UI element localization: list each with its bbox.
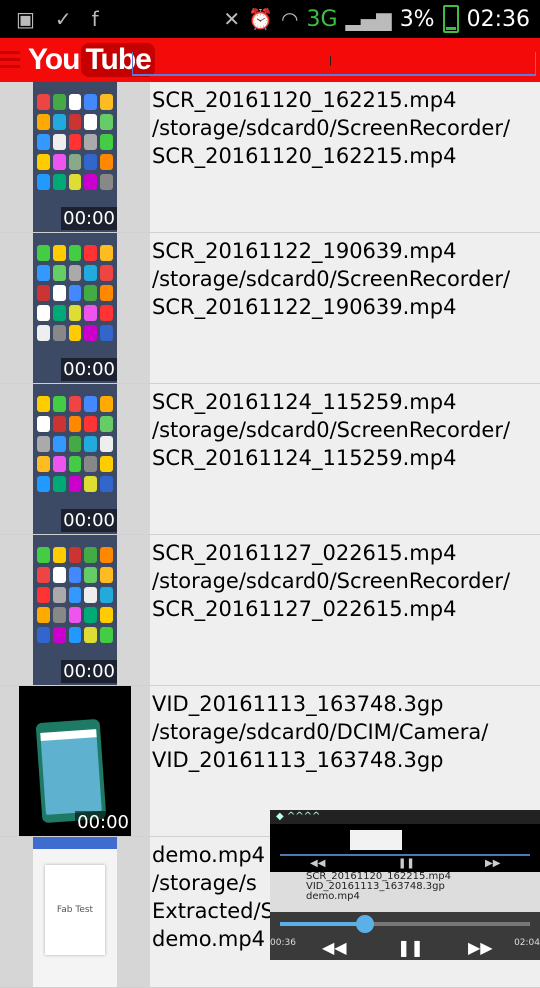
rewind-button[interactable]: ◀◀ (322, 938, 347, 957)
video-title: SCR_20161124_115259.mp4 (152, 390, 457, 414)
video-thumbnail: 00:00 (33, 535, 117, 685)
gallery-notification-icon: ▣ (16, 7, 35, 31)
duration-label: 00:00 (61, 358, 117, 381)
duration-label: 00:00 (75, 811, 131, 834)
video-thumbnail: 00:00 (33, 384, 117, 534)
list-item[interactable]: 00:00 SCR_20161120_162215.mp4 /storage/s… (0, 82, 540, 233)
clock: 02:36 (466, 6, 530, 32)
playlist-item[interactable]: demo.mp4 (270, 892, 540, 902)
app-bar: You Tube (0, 38, 540, 82)
player-video[interactable]: ◀◀ ❚❚ ▶▶ (270, 824, 540, 872)
seek-progress (280, 922, 365, 926)
player-controls: 00:36 02:04 ◀◀ ❚❚ ▶▶ (270, 912, 540, 960)
player-playlist[interactable]: SCR_20161120_162215.mp4 VID_20161113_163… (270, 872, 540, 912)
seek-bar[interactable] (280, 915, 530, 933)
duration-label: 00:00 (61, 509, 117, 532)
mini-forward-icon: ▶▶ (485, 858, 501, 869)
video-thumbnail: 00:00 (33, 82, 117, 232)
status-bar: ▣ ✓ f ✕ ⏰ ◠ 3G ▂▄▆ 3% 02:36 (0, 0, 540, 38)
video-title: SCR_20161120_162215.mp4 (152, 88, 457, 112)
network-type: 3G (306, 6, 338, 32)
alarm-icon: ⏰ (248, 7, 274, 31)
thumbnail-card: Fab Test (45, 865, 105, 955)
elapsed-time: 00:36 (270, 938, 296, 948)
video-thumbnail: 00:00 (33, 233, 117, 383)
search-input[interactable] (133, 52, 539, 76)
video-folder-path: /storage/sdcard0/ScreenRecorder/ (152, 418, 511, 442)
duration-label: 00:00 (61, 207, 117, 230)
duration-label: 00:00 (61, 660, 117, 683)
checkmark-notification-icon: ✓ (54, 7, 72, 31)
mini-rewind-icon: ◀◀ (310, 858, 326, 869)
video-thumbnail: Fab Test (33, 837, 117, 987)
text-cursor (330, 56, 331, 66)
video-title: SCR_20161122_190639.mp4 (152, 239, 457, 263)
video-title: VID_20161113_163748.3gp (152, 692, 444, 716)
list-item[interactable]: 00:00 SCR_20161124_115259.mp4 /storage/s… (0, 384, 540, 535)
total-time: 02:04 (514, 938, 540, 948)
player-header: ◆ ^^^^ (270, 810, 540, 824)
menu-icon[interactable] (0, 51, 20, 69)
video-thumbnail: 00:00 (19, 686, 131, 836)
signal-icon: ▂▄▆ (345, 7, 392, 31)
seek-handle[interactable] (356, 915, 374, 933)
forward-button[interactable]: ▶▶ (468, 938, 493, 957)
mute-icon: ✕ (223, 7, 241, 31)
facebook-notification-icon: f (91, 7, 99, 31)
battery-percent: 3% (399, 6, 435, 32)
video-folder-path: /storage/sdcard0/DCIM/Camera/ (152, 720, 489, 744)
pause-button[interactable]: ❚❚ (397, 938, 424, 957)
video-filename: SCR_20161120_162215.mp4 (152, 144, 457, 168)
video-filename: VID_20161113_163748.3gp (152, 748, 444, 772)
mini-pause-icon: ❚❚ (398, 858, 415, 869)
search-field[interactable] (132, 52, 539, 76)
video-folder-path: /storage/sdcard0/ScreenRecorder/ (152, 569, 511, 593)
list-item[interactable]: 00:00 SCR_20161127_022615.mp4 /storage/s… (0, 535, 540, 686)
list-item[interactable]: 00:00 SCR_20161122_190639.mp4 /storage/s… (0, 233, 540, 384)
phone-image (35, 718, 107, 824)
video-title: SCR_20161127_022615.mp4 (152, 541, 457, 565)
mini-player[interactable]: ◆ ^^^^ ◀◀ ❚❚ ▶▶ SCR_20161120_162215.mp4 … (270, 810, 540, 960)
video-filename: SCR_20161124_115259.mp4 (152, 446, 457, 470)
video-filename: SCR_20161127_022615.mp4 (152, 597, 457, 621)
battery-icon (442, 5, 459, 33)
video-folder-path: /storage/sdcard0/ScreenRecorder/ (152, 116, 511, 140)
wifi-icon: ◠ (281, 7, 299, 31)
video-folder-path: /storage/sdcard0/ScreenRecorder/ (152, 267, 511, 291)
video-filename: SCR_20161122_190639.mp4 (152, 295, 457, 319)
